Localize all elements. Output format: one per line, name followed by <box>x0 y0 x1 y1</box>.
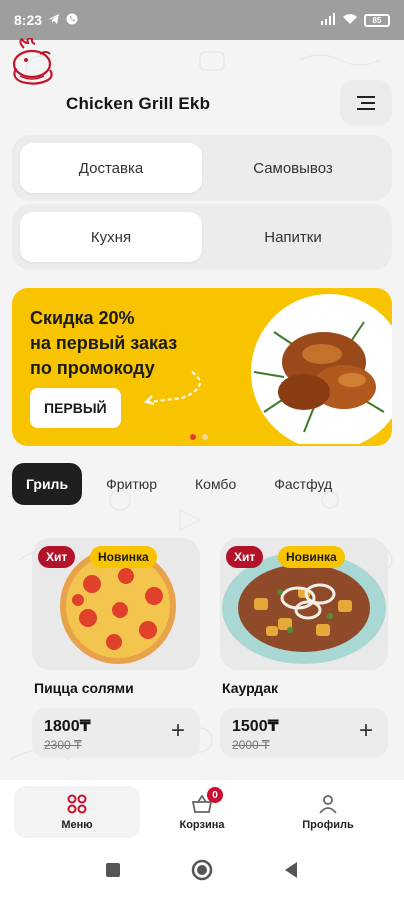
product-image-container[interactable]: Хит Новинка <box>220 538 388 670</box>
system-navigation-bar <box>0 844 404 900</box>
hamburger-menu-button[interactable] <box>340 80 392 126</box>
product-card[interactable]: Хит Новинка Пицца солями 1800₸ 2300 ₸ + <box>32 538 200 758</box>
new-badge: Новинка <box>90 546 157 568</box>
product-name: Пицца солями <box>34 680 134 696</box>
carousel-dot[interactable] <box>202 434 208 440</box>
grilled-chicken-image <box>251 294 392 444</box>
price-box: 1800₸ 2300 ₸ + <box>32 708 200 758</box>
basket-icon: 0 <box>191 787 223 815</box>
wifi-icon <box>342 12 358 28</box>
user-icon <box>318 793 338 815</box>
category-combo[interactable]: Комбо <box>181 463 250 505</box>
drinks-option[interactable]: Напитки <box>202 212 384 262</box>
carousel-dot-active[interactable] <box>190 434 196 440</box>
promo-banner[interactable]: Скидка 20% на первый заказ по промокоду … <box>12 288 392 446</box>
product-name: Каурдак <box>222 680 278 696</box>
price-box: 1500₸ 2000 ₸ + <box>220 708 388 758</box>
product-price: 1500₸ <box>232 718 279 735</box>
category-fastfood[interactable]: Фастфуд <box>260 463 346 505</box>
signal-icon <box>320 12 336 28</box>
product-image-container[interactable]: Хит Новинка <box>32 538 200 670</box>
brand-name: Chicken Grill Ekb <box>66 94 211 113</box>
status-time: 8:23 <box>14 12 43 28</box>
hamburger-icon <box>357 92 375 114</box>
category-deep-fry[interactable]: Фритюр <box>92 463 171 505</box>
status-bar: 8:23 85 <box>0 0 404 40</box>
promo-code-button[interactable]: ПЕРВЫЙ <box>30 388 121 428</box>
carousel-dots <box>190 434 208 440</box>
nav-menu-label: Меню <box>61 819 93 831</box>
add-to-cart-button[interactable]: + <box>166 719 190 744</box>
nav-profile[interactable]: Профиль <box>280 786 376 838</box>
nav-cart-label: Корзина <box>179 819 225 831</box>
chicken-logo-icon <box>10 36 56 88</box>
nav-menu[interactable]: Меню <box>14 786 140 838</box>
banner-line-2: на первый заказ <box>30 333 178 353</box>
dashed-arrow-icon <box>144 371 201 405</box>
grid-icon <box>67 793 87 815</box>
delivery-option[interactable]: Доставка <box>20 143 202 193</box>
bottom-navigation: Меню 0 Корзина Профиль <box>0 780 404 844</box>
product-old-price: 2300 ₸ <box>44 738 82 752</box>
new-badge: Новинка <box>278 546 345 568</box>
product-price: 1800₸ <box>44 718 91 735</box>
category-grill[interactable]: Гриль <box>12 463 83 505</box>
product-card[interactable]: Хит Новинка Каурдак 1500₸ 2000 ₸ + <box>220 538 388 758</box>
telegram-icon <box>48 12 60 28</box>
hit-badge: Хит <box>38 546 76 568</box>
menu-section-switch: Кухня Напитки <box>12 204 392 270</box>
category-tabs: Гриль Фритюр Комбо Фастфуд <box>12 463 404 505</box>
pickup-option[interactable]: Самовывоз <box>202 143 384 193</box>
phone-icon <box>66 12 78 28</box>
battery-icon: 85 <box>364 13 390 27</box>
add-to-cart-button[interactable]: + <box>354 719 378 744</box>
back-button[interactable] <box>283 861 299 884</box>
home-button[interactable] <box>191 859 213 886</box>
cart-count-badge: 0 <box>207 787 223 803</box>
recent-apps-button[interactable] <box>105 862 121 883</box>
hit-badge: Хит <box>226 546 264 568</box>
product-old-price: 2000 ₸ <box>232 738 270 752</box>
kitchen-option[interactable]: Кухня <box>20 212 202 262</box>
delivery-mode-switch: Доставка Самовывоз <box>12 135 392 201</box>
banner-line-1: Скидка 20% <box>30 308 135 328</box>
nav-cart[interactable]: 0 Корзина <box>154 786 250 838</box>
nav-profile-label: Профиль <box>302 819 354 831</box>
